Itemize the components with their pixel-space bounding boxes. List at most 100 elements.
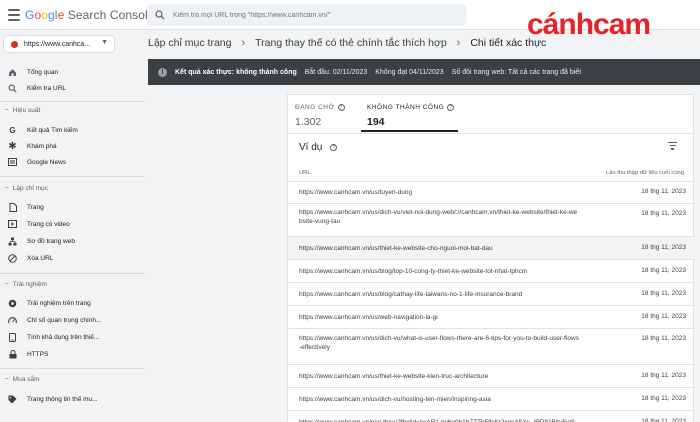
caret-down-icon: ▼	[101, 39, 108, 46]
validation-details-card: ĐANG CHỜ? 1.302 KHÔNG THÀNH CÔNG? 194 Ví…	[287, 94, 695, 422]
table-row[interactable]: https://www.canhcam.vn/gioi-thieu?fbclid…	[288, 410, 695, 422]
chevron-right-icon: ›	[456, 37, 461, 49]
sidebar-item-mobile-usability[interactable]: Tính khả dụng trên thiế...	[0, 329, 145, 345]
sidebar-item-google-news[interactable]: Google News	[0, 154, 145, 170]
sidebar-item-label: Google News	[27, 158, 67, 166]
row-url: https://www.canhcam.vn/us/web-navigation…	[299, 314, 438, 321]
sidebar-item-label: Kiểm tra URL	[27, 84, 67, 92]
row-url: https://www.canhcam.vn/us/blog/cathay-li…	[299, 291, 523, 298]
table-row[interactable]: https://www.canhcam.vn/us/tuyen-dung 18 t…	[288, 181, 695, 203]
sidebar-item-label: Tính khả dụng trên thiế...	[27, 333, 100, 341]
sidebar-item-page-experience[interactable]: Trải nghiệm trên trang	[0, 295, 145, 311]
sidebar-item-https[interactable]: HTTPS	[0, 346, 145, 362]
table-row[interactable]: https://www.canhcam.vn/us/dich-vu/hostin…	[288, 387, 695, 410]
sidebar-item-label: Sơ đồ trang web	[27, 237, 75, 245]
logo-letter: g	[48, 8, 55, 22]
sidebar-item-removals[interactable]: Xóa URL	[0, 250, 145, 266]
validation-status-banner: ! Kết quả xác thực: không thành công Bắt…	[148, 59, 700, 85]
breadcrumb: Lập chỉ mục trang › Trang thay thế có th…	[148, 37, 546, 49]
examples-title: Ví dụ	[299, 142, 323, 153]
help-icon[interactable]: ?	[337, 104, 345, 111]
section-title: Trải nghiệm	[12, 281, 47, 288]
product-name: Search Console	[67, 8, 155, 22]
row-last-crawled: 18 thg 11, 2023	[641, 335, 686, 342]
row-url: https://www.canhcam.vn/us/dich-vu/what-i…	[299, 335, 579, 351]
mobile-icon	[8, 332, 17, 342]
section-title: Hiệu suất	[12, 107, 41, 114]
home-icon	[8, 68, 17, 77]
validation-fail-date: Không đạt 04/11/2023	[375, 68, 444, 76]
section-title: Lập chỉ mục	[12, 185, 48, 192]
row-last-crawled: 18 thg 11, 2023	[641, 210, 686, 217]
section-indexing[interactable]: − Lập chỉ mục	[0, 185, 145, 192]
video-pages-icon	[8, 220, 17, 229]
filter-icon[interactable]	[668, 142, 677, 150]
help-icon[interactable]: ?	[447, 104, 455, 111]
breadcrumb-item-indexing[interactable]: Lập chỉ mục trang	[148, 37, 231, 49]
chevron-down-icon: −	[5, 107, 9, 114]
divider	[0, 273, 145, 274]
section-shopping[interactable]: − Mua sắm	[0, 376, 145, 383]
row-last-crawled: 18 thg 11, 2023	[641, 244, 686, 251]
alert-icon: !	[158, 67, 167, 77]
help-icon[interactable]: ?	[330, 144, 338, 151]
search-input[interactable]	[173, 11, 453, 19]
tab-label: KHÔNG THÀNH CÔNG	[367, 104, 445, 111]
sidebar-item-discover[interactable]: ✱ Khám phá	[0, 138, 145, 154]
sidebar-item-label: HTTPS	[27, 350, 49, 358]
row-last-crawled: 18 thg 11, 2023	[641, 267, 686, 274]
asterisk-icon: ✱	[8, 140, 17, 152]
remove-url-icon	[8, 253, 17, 263]
table-row[interactable]: https://www.canhcam.vn/us/dich-vu/what-i…	[288, 328, 695, 364]
sidebar-item-label: Khám phá	[27, 142, 57, 150]
sidebar-item-overview[interactable]: Tổng quan	[0, 64, 145, 80]
section-title: Mua sắm	[12, 376, 40, 383]
chevron-down-icon: −	[5, 185, 9, 192]
sidebar-item-video-pages[interactable]: Trang có video	[0, 216, 145, 232]
sidebar-item-label: Chỉ số quan trọng chính...	[27, 316, 102, 324]
column-header-last-crawled[interactable]: Lần thu thập dữ liệu cuối cùng	[606, 170, 684, 176]
sidebar-item-merchant-listings[interactable]: Trang thông tin thế mu...	[0, 391, 145, 407]
page-experience-icon	[8, 299, 17, 308]
row-url: https://www.canhcam.vn/us/thiet-ke-websi…	[299, 373, 489, 380]
sidebar-item-label: Trang	[27, 203, 44, 211]
app-logo[interactable]: Google Search Console	[25, 8, 155, 22]
row-last-crawled: 18 thg 11, 2023	[641, 188, 686, 195]
sidebar-item-label: Trải nghiệm trên trang	[27, 299, 91, 307]
tag-icon	[8, 395, 17, 404]
row-last-crawled: 18 thg 11, 2023	[641, 418, 686, 422]
table-row[interactable]: https://www.canhcam.vn/us/web-navigation…	[288, 305, 695, 328]
lock-icon	[8, 349, 17, 359]
breadcrumb-item-canonical[interactable]: Trang thay thế có thẻ chính tắc thích hợ…	[255, 37, 447, 49]
table-row[interactable]: https://www.canhcam.vn/us/dich-vu/viet-n…	[288, 203, 695, 236]
section-performance[interactable]: − Hiệu suất	[0, 107, 145, 114]
url-inspection-search[interactable]	[147, 4, 467, 26]
tab-pending[interactable]: ĐANG CHỜ? 1.302	[295, 95, 355, 133]
table-row[interactable]: https://www.canhcam.vn/us/thiet-ke-websi…	[288, 364, 695, 387]
section-experience[interactable]: − Trải nghiệm	[0, 281, 145, 288]
examples-table: https://www.canhcam.vn/us/tuyen-dung 18 t…	[288, 181, 695, 422]
table-row[interactable]: https://www.canhcam.vn/us/blog/cathay-li…	[288, 282, 695, 305]
property-status-icon	[11, 40, 18, 48]
breadcrumb-item-current: Chi tiết xác thực	[470, 37, 547, 49]
table-row[interactable]: https://www.canhcam.vn/us/blog/top-10-co…	[288, 259, 695, 282]
active-tab-indicator	[361, 130, 458, 132]
menu-icon[interactable]	[8, 9, 20, 21]
sidebar-item-core-web-vitals[interactable]: Chỉ số quan trọng chính...	[0, 312, 145, 328]
table-row[interactable]: https://www.canhcam.vn/us/thiet-ke-websi…	[288, 236, 695, 259]
column-header-url[interactable]: URL	[299, 170, 311, 176]
google-g-icon: G	[9, 125, 16, 135]
divider	[0, 176, 145, 177]
property-selector[interactable]: https://www.canhca... ▼	[3, 35, 115, 53]
row-url: https://www.canhcam.vn/us/blog/top-10-co…	[299, 268, 528, 275]
chevron-down-icon: −	[5, 281, 9, 288]
row-url: https://www.canhcam.vn/gioi-thieu?fbclid…	[299, 418, 579, 422]
tab-failed[interactable]: KHÔNG THÀNH CÔNG? 194	[367, 95, 459, 133]
row-url: https://www.canhcam.vn/us/thiet-ke-websi…	[299, 245, 493, 252]
sidebar-item-sitemaps[interactable]: Sơ đồ trang web	[0, 233, 145, 249]
sidebar-item-pages[interactable]: Trang	[0, 199, 145, 215]
examples-heading: Ví dụ ?	[299, 142, 338, 153]
sidebar-item-url-inspection[interactable]: Kiểm tra URL	[0, 80, 145, 96]
validation-pages: Số đôi trang web: Tất cả các trang đã bi…	[451, 68, 582, 76]
sidebar-item-search-results[interactable]: G Kết quả Tìm kiếm	[0, 122, 145, 138]
